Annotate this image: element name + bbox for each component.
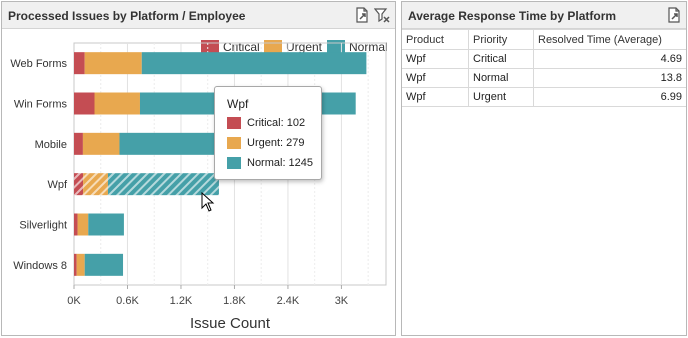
panel-header: Processed Issues by Platform / Employee: [2, 2, 395, 29]
x-tick-label: 1.2K: [170, 295, 193, 307]
bar-segment-critical: [74, 132, 83, 155]
tooltip-row-normal: Normal: 1245: [227, 157, 313, 169]
mouse-cursor-icon: [201, 192, 215, 212]
tooltip-swatch: [227, 137, 241, 149]
column-header-resolved-time[interactable]: Resolved Time (Average): [533, 29, 686, 50]
y-category-label: Windows 8: [13, 260, 67, 272]
cell-priority: Normal: [468, 68, 534, 88]
bar-segment-urgent: [76, 253, 85, 276]
bar-segment-normal: [84, 253, 124, 276]
bar-segment-urgent: [83, 173, 108, 196]
cell-priority: Critical: [468, 49, 534, 69]
bar-segment-critical: [74, 173, 84, 196]
tooltip-value: Critical: 102: [247, 117, 306, 129]
bar-segment-urgent: [82, 132, 120, 155]
table-row[interactable]: Wpf Urgent 6.99: [402, 87, 686, 107]
bar-segment-normal: [141, 52, 367, 75]
x-tick-label: 1.8K: [223, 295, 246, 307]
tooltip-value: Normal: 1245: [247, 157, 314, 169]
bar-segment-critical: [74, 92, 95, 115]
bar-segment-normal: [88, 213, 124, 236]
response-time-panel: Average Response Time by Platform Produc…: [401, 1, 687, 336]
table-row[interactable]: Wpf Critical 4.69: [402, 49, 686, 69]
grid-header-row: Product Priority Resolved Time (Average): [402, 29, 686, 50]
tooltip-swatch: [227, 157, 241, 169]
bar-segment-critical: [74, 52, 85, 75]
export-icon[interactable]: [354, 7, 370, 23]
cell-product: Wpf: [402, 68, 469, 88]
cell-product: Wpf: [402, 87, 469, 107]
x-axis-title: Issue Count: [190, 315, 271, 332]
x-tick-label: 0.6K: [116, 295, 139, 307]
bar-segment-critical: [74, 213, 78, 236]
tooltip-title: Wpf: [227, 97, 249, 111]
panel-title: Processed Issues by Platform / Employee: [8, 9, 246, 23]
panel-title: Average Response Time by Platform: [408, 9, 617, 23]
y-category-label: Web Forms: [10, 58, 67, 70]
y-category-label: Mobile: [35, 139, 67, 151]
panel-header: Average Response Time by Platform: [402, 2, 686, 29]
bar-segment-urgent: [77, 213, 89, 236]
x-tick-label: 0K: [67, 295, 81, 307]
chart-tooltip: Wpf Critical: 102 Urgent: 279 Normal: 12…: [214, 86, 322, 180]
tooltip-value: Urgent: 279: [247, 137, 305, 149]
x-tick-label: 2.4K: [277, 295, 300, 307]
column-header-priority[interactable]: Priority: [468, 29, 534, 50]
stacked-bar-chart: 0K 0.6K 1.2K 1.8K 2.4K 3K Web Forms Win Forms Mo…: [10, 42, 387, 332]
bar-segment-urgent: [84, 52, 142, 75]
cell-priority: Urgent: [468, 87, 534, 107]
cell-product: Wpf: [402, 49, 469, 69]
response-time-grid: Product Priority Resolved Time (Average)…: [402, 29, 686, 107]
bar-segment-urgent: [94, 92, 140, 115]
clear-filter-icon[interactable]: [374, 7, 390, 23]
cell-resolved-time: 13.8: [533, 68, 686, 88]
cell-resolved-time: 6.99: [533, 87, 686, 107]
y-category-label: Silverlight: [19, 220, 67, 232]
cell-resolved-time: 4.69: [533, 49, 686, 69]
export-icon[interactable]: [666, 7, 682, 23]
issues-chart-panel: Processed Issues by Platform / Employee …: [1, 1, 396, 336]
bar-segment-critical: [74, 253, 77, 276]
y-category-label: Wpf: [47, 179, 68, 191]
y-category-label: Win Forms: [14, 99, 68, 111]
column-header-product[interactable]: Product: [402, 29, 469, 50]
tooltip-swatch: [227, 117, 241, 129]
x-tick-label: 3K: [335, 295, 349, 307]
tooltip-row-critical: Critical: 102: [227, 117, 305, 129]
tooltip-row-urgent: Urgent: 279: [227, 137, 304, 149]
table-row[interactable]: Wpf Normal 13.8: [402, 68, 686, 88]
